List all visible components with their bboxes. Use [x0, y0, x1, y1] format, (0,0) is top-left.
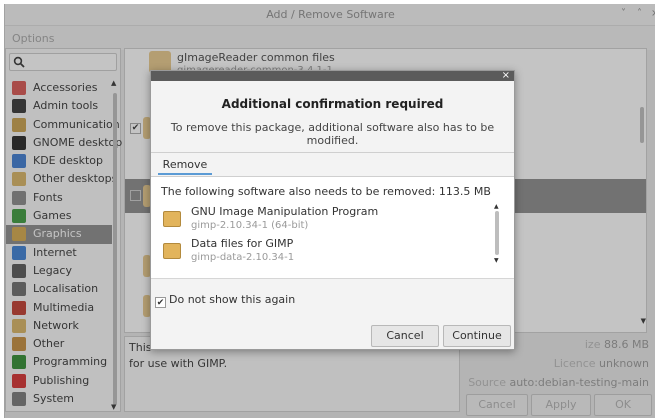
- scroll-down-icon[interactable]: ▼: [494, 257, 499, 264]
- confirmation-dialog: × Additional confirmation required To re…: [150, 70, 515, 350]
- scroll-up-icon[interactable]: ▲: [494, 203, 499, 210]
- package-icon: [163, 243, 181, 259]
- dont-show-label: Do not show this again: [169, 293, 296, 306]
- dont-show-checkbox[interactable]: ✔ Do not show this again: [155, 293, 295, 308]
- checkbox-icon[interactable]: ✔: [155, 297, 166, 308]
- tab-remove[interactable]: Remove: [158, 155, 212, 175]
- dependency-name: GNU Image Manipulation Program: [191, 205, 379, 218]
- dependency-item[interactable]: Data files for GIMP gimp-data-2.10.34-1: [163, 237, 483, 269]
- dependency-name: Data files for GIMP: [191, 237, 294, 250]
- dialog-subtitle: To remove this package, additional softw…: [170, 121, 495, 147]
- divider: [151, 152, 514, 153]
- dependency-panel: The following software also needs to be …: [151, 177, 514, 279]
- close-icon[interactable]: ×: [502, 70, 510, 81]
- scrollbar-thumb[interactable]: [495, 211, 499, 255]
- dependency-version: gimp-data-2.10.34-1: [191, 252, 295, 263]
- dialog-title-bar: ×: [151, 70, 514, 81]
- dialog-heading: Additional confirmation required: [221, 97, 444, 111]
- package-icon: [163, 211, 181, 227]
- dependency-scrollbar[interactable]: ▲ ▼: [494, 203, 500, 265]
- dependency-item[interactable]: GNU Image Manipulation Program gimp-2.10…: [163, 205, 483, 237]
- dependency-version: gimp-2.10.34-1 (64-bit): [191, 220, 309, 231]
- dialog-cancel-button[interactable]: Cancel: [371, 325, 439, 347]
- removal-message: The following software also needs to be …: [161, 185, 491, 198]
- continue-button[interactable]: Continue: [443, 325, 511, 347]
